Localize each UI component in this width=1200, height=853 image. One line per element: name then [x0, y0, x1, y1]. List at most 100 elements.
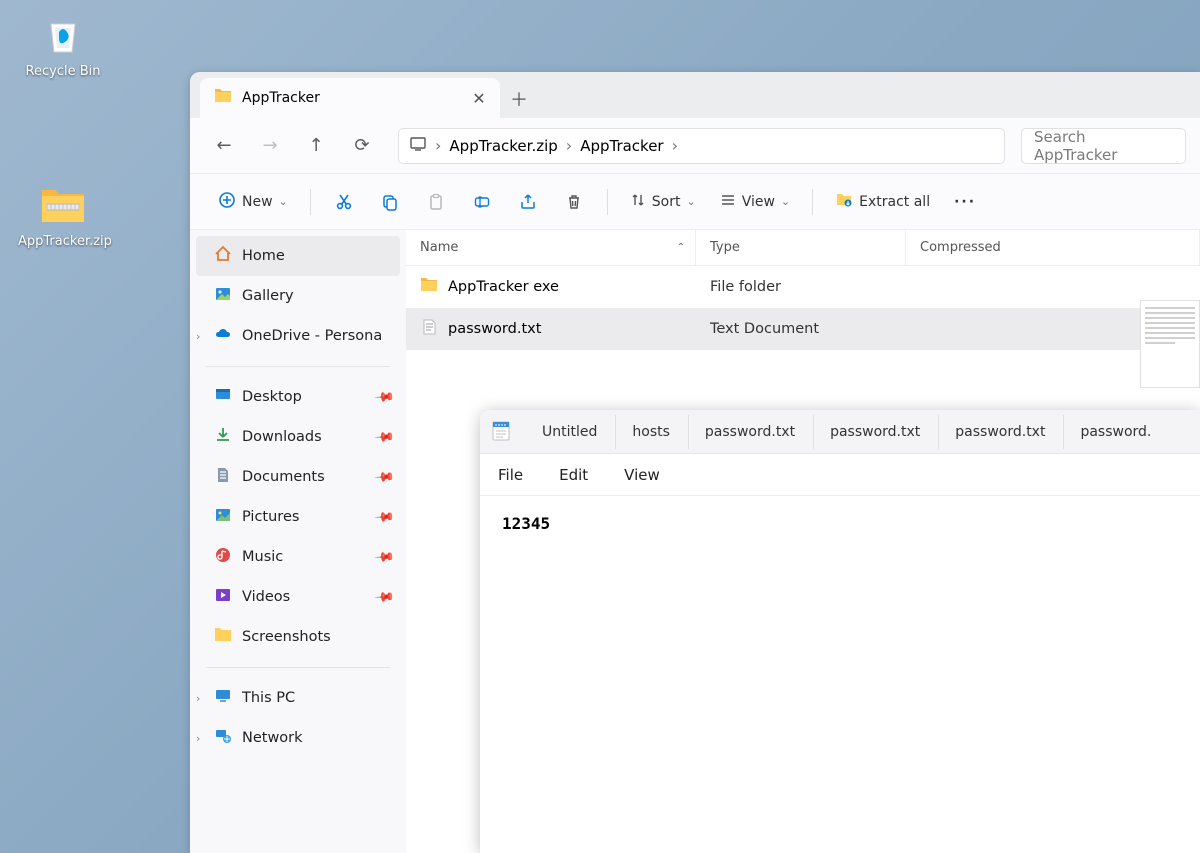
sidebar-item-thispc[interactable]: › This PC [190, 678, 406, 718]
sidebar-item-label: Documents [242, 469, 325, 485]
notepad-tab[interactable]: password.txt [813, 415, 936, 449]
notepad-tab[interactable]: password.txt [938, 415, 1061, 449]
plus-circle-icon [218, 191, 236, 213]
chevron-down-icon: ⌄ [781, 195, 790, 208]
new-button[interactable]: New ⌄ [208, 183, 298, 221]
sidebar-item-home[interactable]: Home [196, 236, 400, 276]
sidebar-item-label: Music [242, 549, 283, 565]
notepad-tab[interactable]: Untitled [526, 415, 613, 449]
view-label: View [742, 194, 775, 210]
tab-strip: AppTracker ✕ ＋ [190, 72, 1200, 118]
column-type[interactable]: Type [696, 230, 906, 265]
notepad-menu: File Edit View [480, 454, 1200, 496]
more-button[interactable]: ··· [944, 183, 986, 221]
chevron-right-icon[interactable]: › [196, 692, 200, 705]
divider [812, 189, 813, 215]
divider [607, 189, 608, 215]
share-button[interactable] [507, 183, 549, 221]
paste-button[interactable] [415, 183, 457, 221]
pictures-icon [214, 506, 232, 528]
sidebar-item-documents[interactable]: Documents 📌 [190, 457, 406, 497]
share-icon [519, 193, 537, 211]
notepad-icon [490, 420, 514, 444]
back-button[interactable]: ← [204, 126, 244, 166]
pin-icon: 📌 [373, 466, 395, 488]
chevron-right-icon[interactable]: › [196, 732, 200, 745]
sidebar-item-label: This PC [242, 690, 295, 706]
monitor-icon [409, 135, 427, 157]
notepad-tab[interactable]: password.txt [688, 415, 811, 449]
file-row[interactable]: password.txt Text Document [406, 308, 1200, 350]
more-icon: ··· [954, 194, 976, 210]
preview-pane [1140, 300, 1200, 388]
menu-file[interactable]: File [498, 466, 523, 484]
desktop-icon-label: Recycle Bin [18, 64, 108, 79]
menu-edit[interactable]: Edit [559, 466, 588, 484]
sidebar-item-network[interactable]: › Network [190, 718, 406, 758]
copy-button[interactable] [369, 183, 411, 221]
breadcrumb[interactable]: › AppTracker.zip › AppTracker › [398, 128, 1005, 164]
downloads-icon [214, 426, 232, 448]
pin-icon: 📌 [373, 386, 395, 408]
cut-button[interactable] [323, 183, 365, 221]
view-button[interactable]: View ⌄ [710, 183, 800, 221]
notepad-content[interactable]: 12345 [480, 496, 1200, 853]
sidebar-item-onedrive[interactable]: › OneDrive - Persona [190, 316, 406, 356]
sidebar-item-pictures[interactable]: Pictures 📌 [190, 497, 406, 537]
sidebar-item-screenshots[interactable]: Screenshots [190, 617, 406, 657]
home-icon [214, 245, 232, 267]
notepad-tab-strip: Untitled hosts password.txt password.txt… [480, 410, 1200, 454]
sidebar-item-gallery[interactable]: Gallery [190, 276, 406, 316]
breadcrumb-segment[interactable]: AppTracker.zip [449, 137, 557, 155]
sidebar-item-label: Downloads [242, 429, 322, 445]
desktop-icon-recycle-bin[interactable]: Recycle Bin [18, 12, 108, 79]
onedrive-icon [214, 325, 232, 347]
notepad-tab[interactable]: password. [1063, 415, 1167, 449]
file-row[interactable]: AppTracker exe File folder [406, 266, 1200, 308]
menu-view[interactable]: View [624, 466, 660, 484]
desktop-icon-label: AppTracker.zip [18, 234, 108, 249]
extract-all-button[interactable]: Extract all [825, 183, 940, 221]
breadcrumb-segment[interactable]: AppTracker [580, 137, 663, 155]
divider [206, 366, 390, 367]
extract-label: Extract all [859, 194, 930, 210]
sidebar-item-label: Videos [242, 589, 290, 605]
forward-button[interactable]: → [250, 126, 290, 166]
notepad-window: Untitled hosts password.txt password.txt… [480, 410, 1200, 853]
music-icon [214, 546, 232, 568]
gallery-icon [214, 285, 232, 307]
desktop-icon-apptracker-zip[interactable]: AppTracker.zip [18, 182, 108, 249]
zip-folder-icon [39, 182, 87, 230]
chevron-right-icon[interactable]: › [196, 330, 200, 343]
view-icon [720, 192, 736, 212]
file-type: Text Document [696, 321, 906, 337]
explorer-tab[interactable]: AppTracker ✕ [200, 78, 500, 118]
search-placeholder: Search AppTracker [1034, 128, 1173, 164]
text-file-icon [420, 318, 438, 340]
column-size[interactable]: Compressed [906, 230, 1200, 265]
pin-icon: 📌 [373, 426, 395, 448]
sidebar-item-downloads[interactable]: Downloads 📌 [190, 417, 406, 457]
sidebar-item-desktop[interactable]: Desktop 📌 [190, 377, 406, 417]
sidebar-item-videos[interactable]: Videos 📌 [190, 577, 406, 617]
rename-button[interactable] [461, 183, 503, 221]
chevron-right-icon: › [435, 136, 441, 155]
nav-bar: ← → ↑ ⟳ › AppTracker.zip › AppTracker › … [190, 118, 1200, 174]
sort-label: Sort [652, 194, 681, 210]
close-icon[interactable]: ✕ [472, 91, 486, 105]
column-name[interactable]: Name⌃ [406, 230, 696, 265]
tab-title: AppTracker [242, 90, 462, 106]
search-input[interactable]: Search AppTracker [1021, 128, 1186, 164]
notepad-tab[interactable]: hosts [615, 415, 686, 449]
sidebar-item-music[interactable]: Music 📌 [190, 537, 406, 577]
clipboard-icon [427, 193, 445, 211]
sort-button[interactable]: Sort ⌄ [620, 183, 706, 221]
chevron-down-icon: ⌄ [279, 195, 288, 208]
folder-icon [420, 276, 438, 298]
new-label: New [242, 194, 273, 210]
extract-icon [835, 191, 853, 213]
up-button[interactable]: ↑ [296, 126, 336, 166]
delete-button[interactable] [553, 183, 595, 221]
new-tab-button[interactable]: ＋ [500, 80, 538, 118]
refresh-button[interactable]: ⟳ [342, 126, 382, 166]
